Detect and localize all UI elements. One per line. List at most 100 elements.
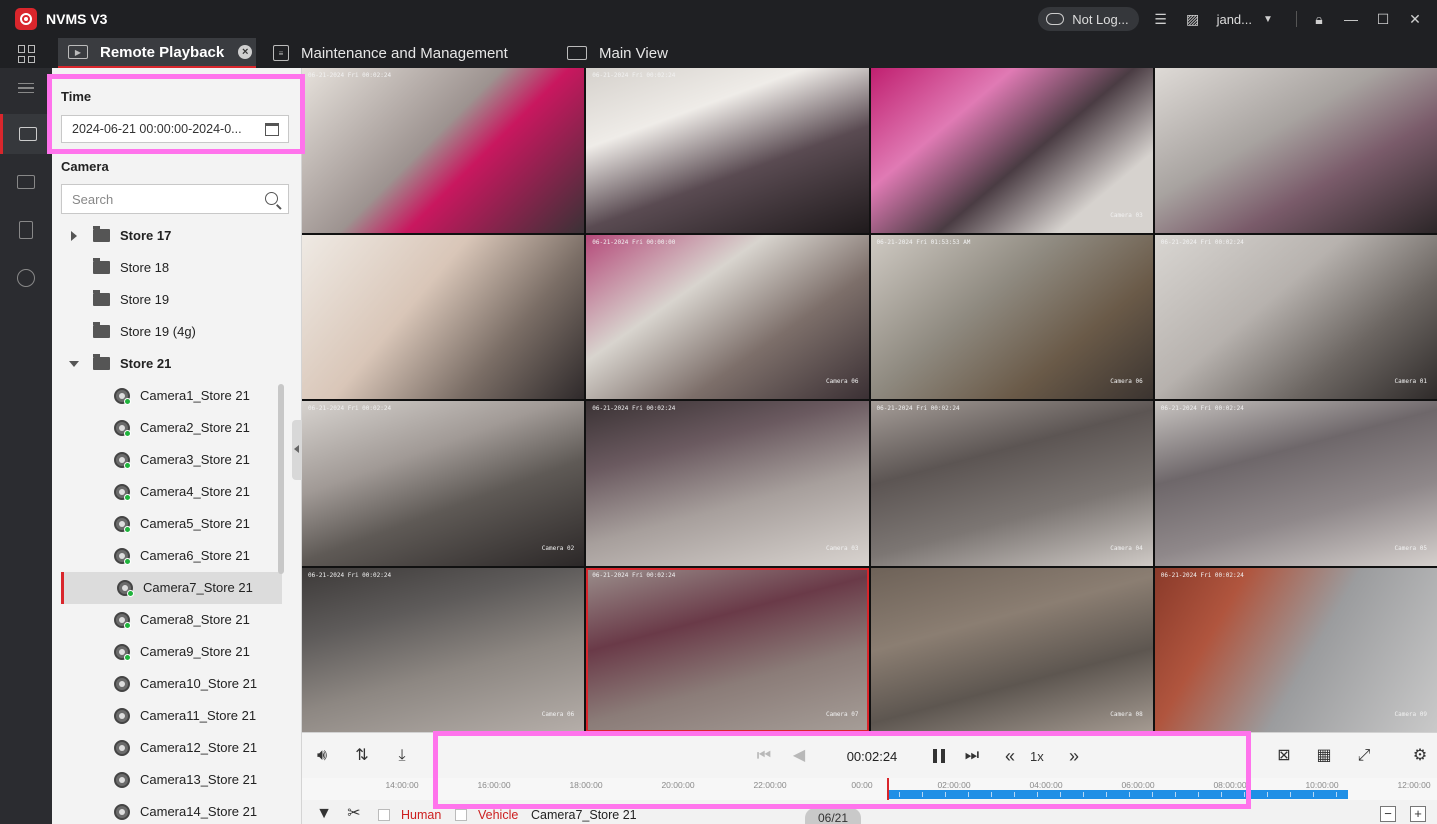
zoom-out-icon[interactable]: −	[1380, 806, 1396, 822]
video-tile[interactable]: 06-21-2024 Fri 00:02:24 Camera 03	[586, 401, 869, 566]
video-camera-tag: Camera 04	[1110, 544, 1143, 552]
timeline-cursor[interactable]	[886, 778, 889, 800]
rail-status[interactable]	[0, 258, 52, 298]
close-window-icon[interactable]: ✕	[1407, 11, 1423, 27]
faster-icon[interactable]: »	[1064, 746, 1084, 766]
cloud-login-button[interactable]: Not Log...	[1038, 7, 1139, 31]
collapse-panel-handle[interactable]	[292, 420, 302, 480]
rail-playback[interactable]	[0, 114, 52, 154]
tab-main-view[interactable]: Main View	[567, 38, 668, 68]
video-tile[interactable]	[302, 234, 585, 399]
playback-speed[interactable]: 1x	[1030, 749, 1044, 764]
tree-camera[interactable]: Camera6_Store 21	[52, 540, 273, 572]
video-tile[interactable]: Camera 03	[870, 68, 1153, 233]
rail-events[interactable]	[0, 162, 52, 202]
video-tile[interactable]: 06-21-2024 Fri 00:02:24 Camera 01	[1154, 234, 1437, 399]
tree-camera[interactable]: Camera3_Store 21	[52, 444, 273, 476]
tree-camera[interactable]: Camera12_Store 21	[52, 732, 273, 764]
settings-gear-icon[interactable]: ⚙	[1410, 746, 1430, 766]
video-camera-tag: Camera 06	[541, 711, 575, 718]
pause-icon[interactable]	[933, 749, 945, 763]
minimize-icon[interactable]: —	[1343, 11, 1359, 27]
prev-segment-icon[interactable]: ⏮	[754, 746, 774, 766]
close-tab-icon[interactable]: ×	[238, 45, 253, 59]
reverse-icon[interactable]: ◀	[789, 746, 809, 766]
tree-group[interactable]: Store 19 (4g)	[52, 316, 273, 348]
time-range-field[interactable]: 2024-06-21 00:00:00-2024-0...	[61, 115, 289, 143]
tree-camera[interactable]: Camera14_Store 21	[52, 796, 273, 824]
video-tile[interactable]	[1154, 68, 1437, 233]
tree-scrollbar[interactable]	[278, 384, 284, 574]
video-tile[interactable]: 06-21-2024 Fri 01:53:53 AM Camera 06	[870, 234, 1153, 399]
download-icon[interactable]: ⤓	[392, 746, 412, 766]
tree-camera[interactable]: Camera1_Store 21	[52, 380, 273, 412]
tree-camera[interactable]: Camera5_Store 21	[52, 508, 273, 540]
video-tile[interactable]: 06-21-2024 Fri 00:02:24 Camera 02	[302, 401, 585, 566]
filter-icon[interactable]: ▼	[314, 804, 334, 824]
video-tile[interactable]: 06-21-2024 Fri 00:02:24 Camera 04	[870, 401, 1153, 566]
timeline-minor-tick	[1312, 792, 1314, 797]
video-timestamp: 06-21-2024 Fri 01:53:53 AM	[876, 238, 971, 246]
list-icon[interactable]: ☰	[1153, 11, 1169, 27]
tree-group[interactable]: Store 17	[52, 220, 273, 252]
tree-group[interactable]: Store 18	[52, 252, 273, 284]
lock-icon[interactable]: 🔒︎	[1311, 11, 1327, 27]
fullscreen-icon[interactable]: ⤢	[1354, 746, 1374, 766]
layout-icon[interactable]: ▦	[1314, 746, 1334, 766]
slower-icon[interactable]: «	[1000, 746, 1020, 766]
tree-camera[interactable]: Camera2_Store 21	[52, 412, 273, 444]
divider	[1296, 11, 1297, 27]
tab-maintenance[interactable]: ≡ Maintenance and Management	[273, 38, 508, 68]
video-tile[interactable]: 06-21-2024 Fri 00:00:00 Camera 06	[586, 234, 869, 399]
video-tile[interactable]: 06-21-2024 Fri 00:02:24 Camera 07	[586, 567, 869, 732]
chevron-down-icon[interactable]: ▼	[1260, 11, 1276, 27]
video-tile[interactable]: 06-21-2024 Fri 00:02:24 Camera 05	[1154, 401, 1437, 566]
tree-group[interactable]: Store 19	[52, 284, 273, 316]
adjust-icon[interactable]: ⇅	[352, 746, 372, 766]
maximize-icon[interactable]: ☐	[1375, 11, 1391, 27]
chevron-right-icon[interactable]	[71, 231, 77, 241]
volume-icon[interactable]: 🔊︎	[312, 746, 332, 766]
video-camera-tag: Camera 03	[1110, 211, 1143, 219]
apps-grid-icon[interactable]	[18, 45, 36, 63]
next-frame-icon[interactable]: ⏭	[962, 746, 982, 766]
camera-icon	[114, 676, 130, 692]
tree-group[interactable]: Store 21	[52, 348, 273, 380]
tree-camera[interactable]: Camera9_Store 21	[52, 636, 273, 668]
camera-label: Camera7_Store 21	[143, 580, 253, 595]
zoom-in-icon[interactable]: +	[1410, 806, 1426, 822]
selected-camera-name: Camera7_Store 21	[531, 808, 637, 822]
date-tab[interactable]: 06/21	[805, 808, 861, 824]
chevron-down-icon[interactable]	[69, 361, 79, 367]
menu-icon[interactable]	[0, 68, 52, 108]
video-camera-tag: Camera 09	[1394, 711, 1427, 718]
video-tile[interactable]: Camera 08	[870, 567, 1153, 732]
clip-scissors-icon[interactable]: ✂	[344, 804, 364, 824]
video-tile[interactable]: 06-21-2024 Fri 00:02:24	[586, 68, 869, 233]
search-icon[interactable]	[265, 192, 278, 205]
chart-icon[interactable]: ▨	[1185, 11, 1201, 27]
recording-segment[interactable]	[886, 790, 1349, 799]
tree-camera[interactable]: Camera10_Store 21	[52, 668, 273, 700]
search-input[interactable]	[62, 185, 252, 213]
tab-remote-playback[interactable]: ▶ Remote Playback ×	[58, 38, 256, 68]
camera-label: Camera10_Store 21	[140, 676, 258, 691]
vehicle-checkbox[interactable]	[455, 809, 467, 821]
video-tile[interactable]: 06-21-2024 Fri 00:02:24 Camera 09	[1154, 567, 1437, 732]
video-tile[interactable]: 06-21-2024 Fri 00:02:24 Camera 06	[302, 567, 585, 732]
timeline-minor-tick	[990, 792, 992, 797]
tree-camera[interactable]: Camera4_Store 21	[52, 476, 273, 508]
tree-camera[interactable]: Camera7_Store 21	[61, 572, 282, 604]
timeline[interactable]: 14:00:00 16:00:00 18:00:00 20:00:00 22:00:00…	[302, 778, 1437, 800]
video-tile[interactable]: 06-21-2024 Fri 00:02:24	[302, 68, 585, 233]
tree-camera[interactable]: Camera13_Store 21	[52, 764, 273, 796]
human-checkbox[interactable]	[378, 809, 390, 821]
calendar-icon[interactable]	[265, 123, 279, 136]
rail-device[interactable]	[0, 210, 52, 250]
stop-all-icon[interactable]: ⊠	[1274, 746, 1294, 766]
timeline-minor-tick	[1243, 792, 1245, 797]
camera-search[interactable]	[61, 184, 289, 214]
tree-camera[interactable]: Camera8_Store 21	[52, 604, 273, 636]
user-name[interactable]: jand...	[1217, 12, 1252, 27]
tree-camera[interactable]: Camera11_Store 21	[52, 700, 273, 732]
